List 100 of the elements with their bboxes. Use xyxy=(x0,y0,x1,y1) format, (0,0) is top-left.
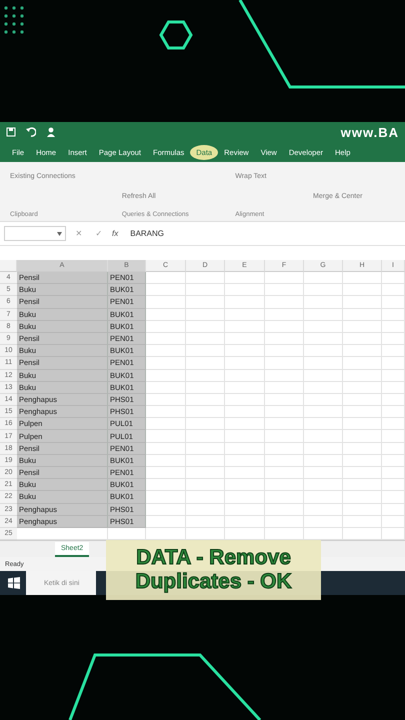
empty-cell xyxy=(265,357,304,370)
empty-cell xyxy=(343,454,382,467)
empty-cell xyxy=(225,382,265,394)
empty-cell xyxy=(265,467,304,480)
function-button[interactable]: fx xyxy=(112,229,118,238)
empty-cell xyxy=(304,406,343,418)
windows-icon[interactable] xyxy=(8,577,20,590)
empty-cell xyxy=(343,357,382,370)
empty-cell xyxy=(225,308,265,321)
empty-cell xyxy=(186,382,225,394)
empty-cell xyxy=(304,491,343,504)
empty-cell xyxy=(186,370,225,382)
empty-cell xyxy=(186,406,225,418)
empty-cell xyxy=(225,491,265,504)
empty-cell xyxy=(186,430,225,443)
empty-cell xyxy=(382,442,405,455)
empty-cell xyxy=(186,479,225,492)
empty-cell xyxy=(382,467,405,480)
empty-cell xyxy=(265,345,304,358)
empty-cell xyxy=(304,516,343,528)
empty-cell xyxy=(343,382,382,394)
empty-cell xyxy=(186,332,225,346)
empty-cell xyxy=(265,504,304,516)
window-title: www.BA xyxy=(340,124,399,140)
empty-cell xyxy=(382,479,405,492)
empty-cell xyxy=(382,357,405,370)
cancel-button[interactable]: ✕ xyxy=(72,229,86,238)
empty-cell xyxy=(265,430,304,443)
empty-cell xyxy=(304,382,343,394)
empty-cell xyxy=(343,370,382,382)
empty-cell xyxy=(382,504,405,516)
empty-cell xyxy=(225,504,265,516)
empty-cell xyxy=(265,272,304,284)
empty-cell xyxy=(265,332,304,346)
empty-cell xyxy=(304,504,343,516)
empty-cell xyxy=(304,332,343,346)
empty-cell xyxy=(304,296,343,309)
empty-cell xyxy=(225,442,265,455)
empty-cell xyxy=(304,370,343,382)
empty-cell xyxy=(265,454,304,467)
empty-cell xyxy=(382,430,405,443)
dot-grid-drawing xyxy=(4,6,24,34)
empty-cell xyxy=(304,308,343,321)
empty-cell xyxy=(186,296,225,309)
table-cell xyxy=(108,528,146,540)
empty-cell xyxy=(343,272,382,284)
empty-cell xyxy=(343,296,382,309)
empty-cell xyxy=(382,418,405,430)
empty-cell xyxy=(382,332,405,346)
empty-cell xyxy=(186,454,225,467)
empty-cell xyxy=(382,308,405,321)
empty-cell xyxy=(343,345,382,358)
caption-text: DATA - Remove xyxy=(136,546,291,570)
empty-cell xyxy=(304,442,343,455)
empty-cell xyxy=(265,406,304,418)
empty-cell xyxy=(186,320,225,333)
empty-cell xyxy=(343,320,382,333)
empty-cell xyxy=(304,345,343,358)
empty-cell xyxy=(186,357,225,370)
empty-cell xyxy=(343,442,382,455)
empty-cell xyxy=(225,479,265,492)
undo-icon[interactable] xyxy=(26,127,36,137)
empty-cell xyxy=(186,284,225,296)
empty-cell xyxy=(225,296,265,309)
empty-cell xyxy=(265,442,304,455)
formula-value[interactable]: BARANG xyxy=(130,229,164,238)
person-icon[interactable] xyxy=(46,127,56,137)
empty-cell xyxy=(186,394,225,406)
empty-cell xyxy=(186,308,225,321)
empty-cell xyxy=(225,370,265,382)
empty-cell xyxy=(382,491,405,504)
empty-cell xyxy=(382,394,405,406)
empty-cell xyxy=(304,284,343,296)
empty-cell xyxy=(225,454,265,467)
empty-cell xyxy=(343,308,382,321)
empty-cell xyxy=(265,320,304,333)
empty-cell xyxy=(186,418,225,430)
empty-cell xyxy=(186,442,225,455)
empty-cell xyxy=(382,406,405,418)
empty-cell xyxy=(265,308,304,321)
empty-cell xyxy=(265,479,304,492)
empty-cell xyxy=(225,320,265,333)
empty-cell xyxy=(265,418,304,430)
empty-cell xyxy=(343,406,382,418)
empty-cell xyxy=(265,296,304,309)
empty-cell xyxy=(382,296,405,309)
empty-cell xyxy=(265,382,304,394)
empty-cell xyxy=(225,467,265,480)
empty-cell xyxy=(304,394,343,406)
save-icon[interactable] xyxy=(6,127,16,137)
empty-cell xyxy=(343,467,382,480)
empty-cell xyxy=(382,284,405,296)
empty-cell xyxy=(343,418,382,430)
empty-cell xyxy=(343,479,382,492)
empty-cell xyxy=(225,272,265,284)
enter-button[interactable]: ✓ xyxy=(92,229,106,238)
empty-cell xyxy=(265,394,304,406)
empty-cell xyxy=(225,357,265,370)
caption-text: Duplicates - OK xyxy=(135,570,292,594)
empty-cell xyxy=(225,394,265,406)
